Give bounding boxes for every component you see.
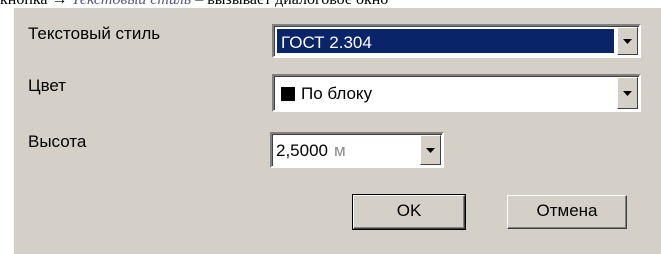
- ok-button[interactable]: OK: [352, 194, 466, 230]
- doc-text-before: кнопка: [0, 0, 48, 8]
- doc-text-italic: Текстовый стиль: [72, 0, 192, 8]
- height-label: Высота: [28, 132, 87, 151]
- color-label: Цвет: [28, 76, 67, 95]
- color-value: По блоку: [301, 84, 373, 103]
- chevron-down-icon: [623, 38, 632, 44]
- text-style-combobox[interactable]: ГОСТ 2.304: [272, 24, 641, 58]
- height-value-container: 2,5000 м: [275, 137, 417, 163]
- height-dropdown-button[interactable]: [420, 135, 441, 165]
- chevron-down-icon: [426, 147, 435, 153]
- height-value: 2,5000: [276, 141, 328, 160]
- text-style-label: Текстовый стиль: [28, 24, 161, 43]
- doc-text-after: – вызывает диалоговое окно: [195, 0, 388, 8]
- color-combobox[interactable]: По блоку: [272, 74, 641, 112]
- color-value-container: По блоку: [277, 79, 614, 107]
- chevron-down-icon: [623, 90, 632, 96]
- text-style-dropdown-button[interactable]: [617, 27, 638, 55]
- color-swatch: [281, 87, 295, 101]
- text-style-value: ГОСТ 2.304: [277, 29, 614, 53]
- document-text-line: кнопка → Текстовый стиль – вызывает диал…: [0, 0, 661, 8]
- color-dropdown-button[interactable]: [617, 77, 638, 109]
- text-settings-dialog: Текстовый стиль ГОСТ 2.304 Цвет По блоку…: [14, 8, 661, 254]
- height-combobox[interactable]: 2,5000 м: [270, 132, 444, 168]
- cancel-button[interactable]: Отмена: [507, 195, 627, 229]
- height-unit: м: [334, 141, 346, 160]
